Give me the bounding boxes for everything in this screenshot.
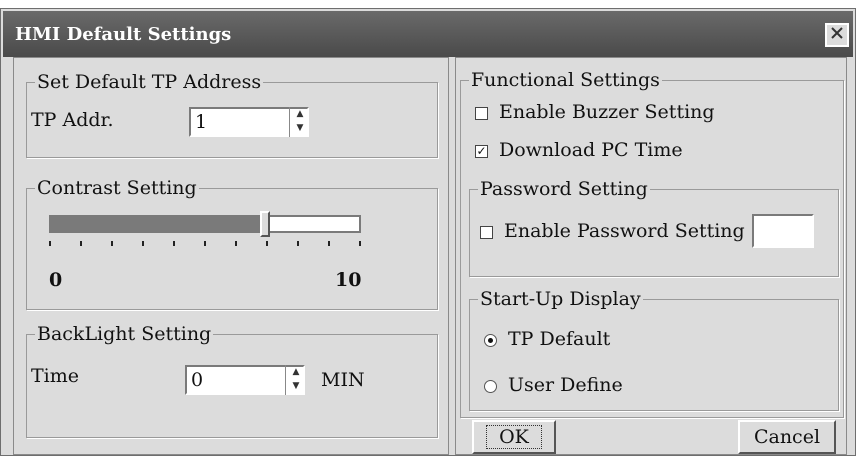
tp-default-label[interactable]: TP Default (508, 328, 610, 350)
spin-up-icon[interactable]: ▲ (290, 107, 310, 121)
backlight-spinner[interactable]: ▲ ▼ (285, 365, 306, 395)
cancel-button-label: Cancel (753, 426, 821, 448)
dialog-title: HMI Default Settings (15, 24, 232, 45)
tp-default-radio[interactable] (484, 334, 497, 347)
download-pc-time-checkbox[interactable]: ✓ (475, 145, 488, 158)
slider-tick (359, 241, 361, 246)
contrast-max-label: 10 (335, 269, 362, 291)
hmi-settings-dialog: HMI Default Settings Set Default TP Addr… (0, 8, 856, 456)
backlight-group: BackLight Setting Time 0 ▲ ▼ MIN (26, 323, 438, 438)
title-bar: HMI Default Settings (3, 11, 853, 57)
functional-group: Functional Settings Enable Buzzer Settin… (460, 69, 844, 418)
user-define-label[interactable]: User Define (508, 374, 623, 396)
close-button[interactable] (825, 23, 849, 47)
spin-up-icon[interactable]: ▲ (286, 365, 306, 379)
password-group-title: Password Setting (478, 178, 650, 200)
slider-tick (80, 241, 82, 246)
slider-tick (111, 241, 113, 246)
ok-button[interactable]: OK (472, 420, 556, 454)
tp-addr-spinner[interactable]: ▲ ▼ (289, 107, 310, 137)
tp-address-group-title: Set Default TP Address (35, 71, 264, 93)
enable-password-checkbox[interactable] (480, 226, 493, 239)
left-panel: Set Default TP Address TP Addr. 1 ▲ ▼ Co… (13, 57, 449, 455)
backlight-time-label: Time (31, 365, 80, 387)
slider-tick (297, 241, 299, 246)
spin-down-icon[interactable]: ▼ (286, 379, 306, 393)
right-panel: Functional Settings Enable Buzzer Settin… (455, 57, 847, 455)
contrast-group-title: Contrast Setting (35, 177, 199, 199)
slider-tick (266, 241, 268, 246)
tp-addr-value: 1 (195, 111, 208, 133)
buzzer-checkbox[interactable] (475, 107, 488, 120)
download-pc-time-label[interactable]: Download PC Time (499, 139, 683, 161)
cancel-button[interactable]: Cancel (738, 420, 836, 454)
buzzer-label[interactable]: Enable Buzzer Setting (499, 101, 715, 123)
ok-button-label: OK (486, 425, 542, 449)
functional-group-title: Functional Settings (469, 69, 662, 91)
close-icon (829, 25, 845, 45)
slider-tick (142, 241, 144, 246)
contrast-ticks (49, 241, 361, 247)
spin-down-icon[interactable]: ▼ (290, 121, 310, 135)
tp-addr-label: TP Addr. (31, 109, 114, 131)
slider-tick (49, 241, 51, 246)
user-define-radio[interactable] (484, 380, 497, 393)
password-input[interactable] (752, 214, 814, 248)
contrast-slider-thumb[interactable] (260, 211, 270, 237)
contrast-group: Contrast Setting 0 10 (26, 177, 438, 310)
startup-display-group-title: Start-Up Display (478, 288, 643, 310)
contrast-slider-fill (51, 217, 260, 231)
slider-tick (235, 241, 237, 246)
backlight-group-title: BackLight Setting (35, 323, 214, 345)
tp-address-group: Set Default TP Address TP Addr. 1 ▲ ▼ (26, 71, 438, 158)
slider-tick (328, 241, 330, 246)
contrast-slider[interactable] (49, 211, 361, 237)
slider-tick (204, 241, 206, 246)
backlight-time-value: 0 (191, 369, 204, 391)
slider-tick (173, 241, 175, 246)
enable-password-label[interactable]: Enable Password Setting (504, 220, 745, 242)
startup-display-group: Start-Up Display TP Default User Define (469, 288, 839, 411)
password-group: Password Setting Enable Password Setting (469, 178, 839, 277)
contrast-min-label: 0 (49, 269, 63, 291)
backlight-unit-label: MIN (321, 369, 365, 391)
